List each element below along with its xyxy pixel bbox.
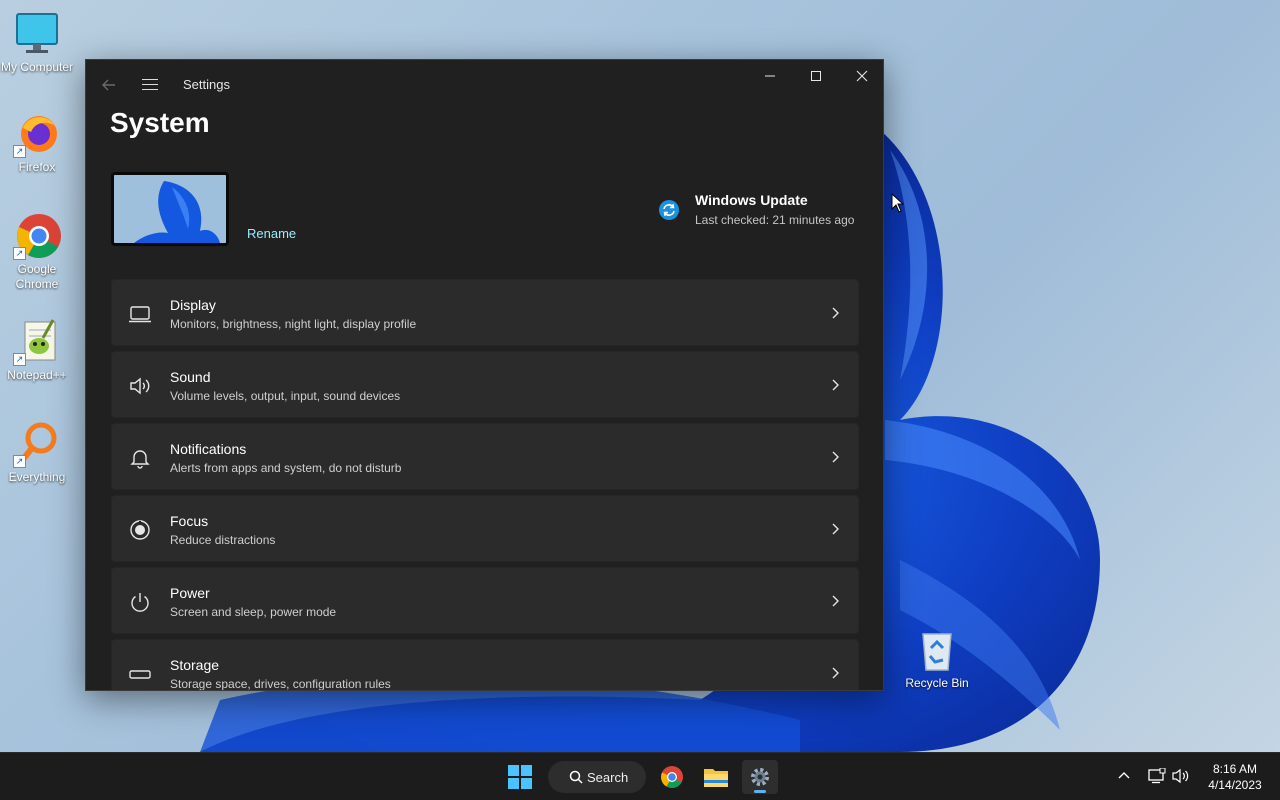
taskbar-clock[interactable]: 8:16 AM 4/14/2023 bbox=[1200, 761, 1270, 793]
focus-icon bbox=[128, 518, 152, 542]
active-app-indicator bbox=[754, 790, 766, 793]
chrome-icon bbox=[661, 766, 683, 788]
monitor-icon bbox=[13, 10, 61, 58]
settings-item-title: Focus bbox=[170, 513, 209, 529]
rename-link[interactable]: Rename bbox=[247, 226, 296, 241]
shortcut-arrow-icon: ↗ bbox=[13, 455, 26, 468]
settings-window: Settings System Rename Windows Update La… bbox=[85, 59, 884, 691]
settings-item-title: Display bbox=[170, 297, 216, 313]
navigation-menu-button[interactable] bbox=[140, 75, 160, 93]
network-icon bbox=[1148, 767, 1166, 784]
notepad-plus-plus-icon: ↗ bbox=[13, 318, 61, 366]
settings-item-sound[interactable]: Sound Volume levels, output, input, soun… bbox=[111, 351, 859, 418]
chevron-right-icon bbox=[830, 522, 840, 536]
clock-date: 4/14/2023 bbox=[1208, 778, 1262, 792]
desktop-icon-firefox[interactable]: ↗ Firefox bbox=[0, 110, 74, 175]
minimize-button[interactable] bbox=[747, 60, 793, 92]
taskbar: Search 8:16 AM 4/14/2023 bbox=[0, 752, 1280, 800]
show-hidden-icons-button[interactable] bbox=[1117, 769, 1131, 783]
clock-time: 8:16 AM bbox=[1212, 762, 1258, 776]
desktop-icon-google-chrome[interactable]: ↗ Google Chrome bbox=[0, 212, 74, 292]
desktop-icon-my-computer[interactable]: My Computer bbox=[0, 10, 74, 75]
desktop-icon-label: My Computer bbox=[0, 60, 74, 74]
search-icon bbox=[569, 770, 583, 784]
display-icon bbox=[128, 302, 152, 326]
settings-item-notifications[interactable]: Notifications Alerts from apps and syste… bbox=[111, 423, 859, 490]
settings-item-title: Sound bbox=[170, 369, 211, 385]
chrome-icon: ↗ bbox=[13, 212, 61, 260]
back-button[interactable] bbox=[98, 74, 120, 96]
folder-icon bbox=[704, 769, 728, 787]
search-label: Search bbox=[587, 769, 629, 785]
settings-item-subtitle: Monitors, brightness, night light, displ… bbox=[170, 317, 417, 331]
desktop-icon-everything[interactable]: ↗ Everything bbox=[0, 420, 74, 485]
settings-item-power[interactable]: Power Screen and sleep, power mode bbox=[111, 567, 859, 634]
windows-update-title[interactable]: Windows Update bbox=[695, 192, 808, 208]
settings-item-subtitle: Storage space, drives, configuration rul… bbox=[170, 677, 391, 691]
settings-item-focus[interactable]: Focus Reduce distractions bbox=[111, 495, 859, 562]
chevron-right-icon bbox=[830, 306, 840, 320]
everything-search-icon: ↗ bbox=[13, 420, 61, 468]
windows-update-icon[interactable] bbox=[658, 199, 680, 221]
desktop-icon-label: Firefox bbox=[18, 160, 56, 174]
maximize-icon bbox=[811, 71, 821, 81]
close-button[interactable] bbox=[839, 60, 883, 92]
close-icon bbox=[856, 70, 868, 82]
sound-icon bbox=[128, 374, 152, 398]
desktop-icon-label: Everything bbox=[8, 470, 66, 484]
settings-item-subtitle: Reduce distractions bbox=[170, 533, 276, 547]
recycle-bin-icon bbox=[913, 626, 961, 674]
hamburger-line bbox=[142, 78, 158, 80]
maximize-button[interactable] bbox=[793, 60, 839, 92]
settings-item-subtitle: Screen and sleep, power mode bbox=[170, 605, 337, 619]
desktop-icon-label: Recycle Bin bbox=[905, 676, 969, 690]
taskbar-chrome-button[interactable] bbox=[656, 761, 688, 793]
page-title: System bbox=[110, 107, 210, 138]
gear-icon bbox=[751, 768, 769, 786]
volume-button[interactable] bbox=[1172, 768, 1190, 784]
settings-item-title: Storage bbox=[170, 657, 220, 673]
chevron-right-icon bbox=[830, 666, 840, 680]
system-settings-list: Display Monitors, brightness, night ligh… bbox=[111, 279, 859, 691]
desktop-icon-label: Google Chrome bbox=[15, 262, 59, 291]
hamburger-line bbox=[142, 88, 158, 90]
chevron-up-icon bbox=[1118, 772, 1130, 779]
minimize-icon bbox=[765, 75, 775, 77]
storage-icon bbox=[128, 662, 152, 686]
desktop-icon-notepad-plus-plus[interactable]: ↗ Notepad++ bbox=[0, 318, 74, 383]
speaker-icon bbox=[1172, 768, 1189, 784]
taskbar-file-explorer-button[interactable] bbox=[700, 761, 732, 793]
start-button[interactable] bbox=[508, 765, 532, 789]
power-icon bbox=[128, 590, 152, 614]
shortcut-arrow-icon: ↗ bbox=[13, 145, 26, 158]
hamburger-line bbox=[142, 83, 158, 85]
settings-item-title: Notifications bbox=[170, 441, 247, 457]
settings-item-title: Power bbox=[170, 585, 210, 601]
firefox-icon: ↗ bbox=[13, 110, 61, 158]
windows-logo-icon bbox=[508, 765, 532, 789]
taskbar-settings-button[interactable] bbox=[742, 760, 778, 794]
network-status-button[interactable] bbox=[1148, 767, 1166, 784]
chevron-right-icon bbox=[830, 378, 840, 392]
arrow-left-icon bbox=[102, 79, 115, 91]
windows-update-status: Last checked: 21 minutes ago bbox=[695, 213, 855, 227]
window-title: Settings bbox=[183, 77, 230, 92]
desktop-icon-recycle-bin[interactable]: Recycle Bin bbox=[900, 626, 974, 691]
desktop-icon-label: Notepad++ bbox=[7, 368, 67, 382]
chevron-right-icon bbox=[830, 450, 840, 464]
mouse-cursor-icon bbox=[891, 192, 905, 213]
chevron-right-icon bbox=[830, 594, 840, 608]
settings-item-display[interactable]: Display Monitors, brightness, night ligh… bbox=[111, 279, 859, 346]
taskbar-search-button[interactable]: Search bbox=[548, 761, 646, 793]
settings-item-subtitle: Alerts from apps and system, do not dist… bbox=[170, 461, 402, 475]
shortcut-arrow-icon: ↗ bbox=[13, 247, 26, 260]
notifications-bell-icon bbox=[128, 446, 152, 470]
title-bar[interactable]: Settings bbox=[86, 60, 883, 108]
device-wallpaper-thumbnail bbox=[111, 172, 229, 246]
shortcut-arrow-icon: ↗ bbox=[13, 353, 26, 366]
settings-item-subtitle: Volume levels, output, input, sound devi… bbox=[170, 389, 401, 403]
settings-item-storage[interactable]: Storage Storage space, drives, configura… bbox=[111, 639, 859, 691]
